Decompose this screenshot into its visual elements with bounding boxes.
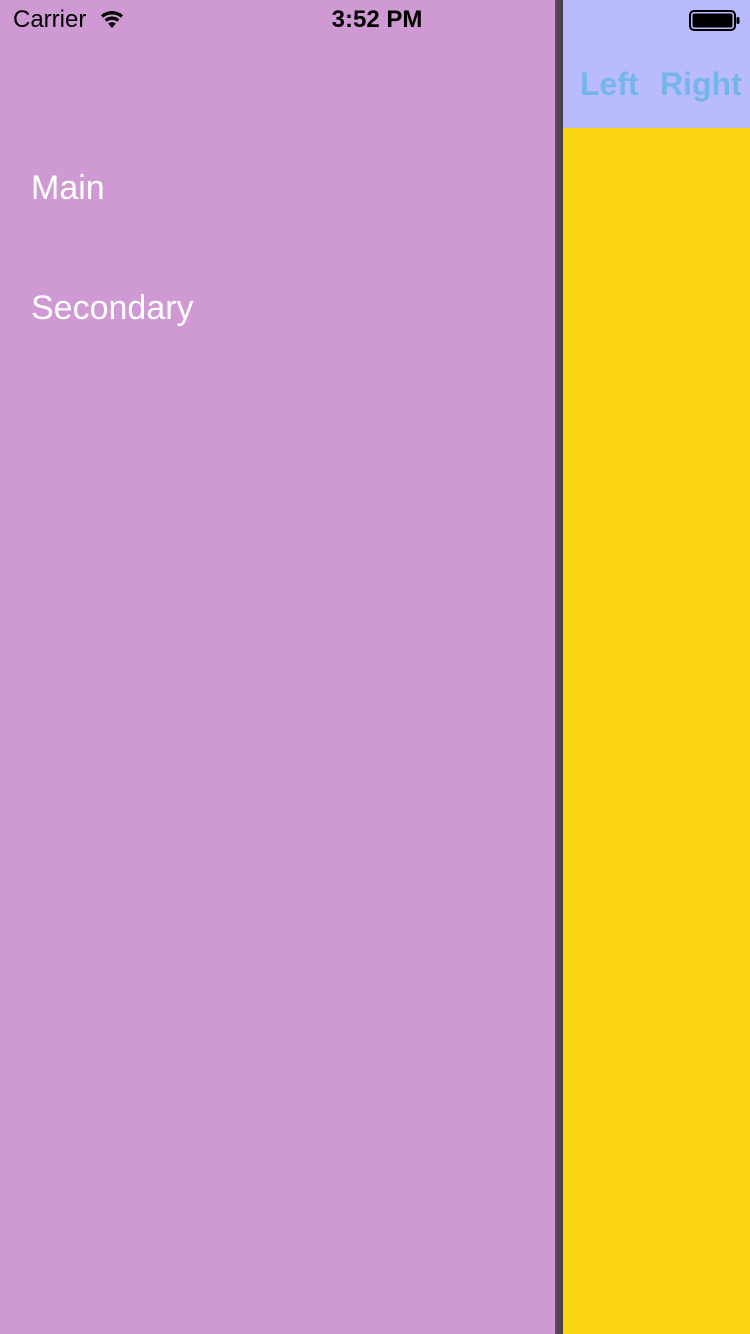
app-screen: Main Secondary Left Right Carrier 3:52 P… <box>0 0 750 1334</box>
menu-item-main[interactable]: Main <box>31 168 105 208</box>
right-nav-button[interactable]: Right <box>660 64 742 104</box>
menu-item-secondary[interactable]: Secondary <box>31 288 194 328</box>
left-nav-button[interactable]: Left <box>580 64 639 104</box>
main-content-panel[interactable]: Left Right <box>563 0 750 1334</box>
side-menu-drawer: Main Secondary <box>0 0 557 1334</box>
navigation-bar: Left Right <box>563 0 750 128</box>
carrier-label: Carrier <box>13 6 87 33</box>
drawer-divider <box>555 0 563 1334</box>
